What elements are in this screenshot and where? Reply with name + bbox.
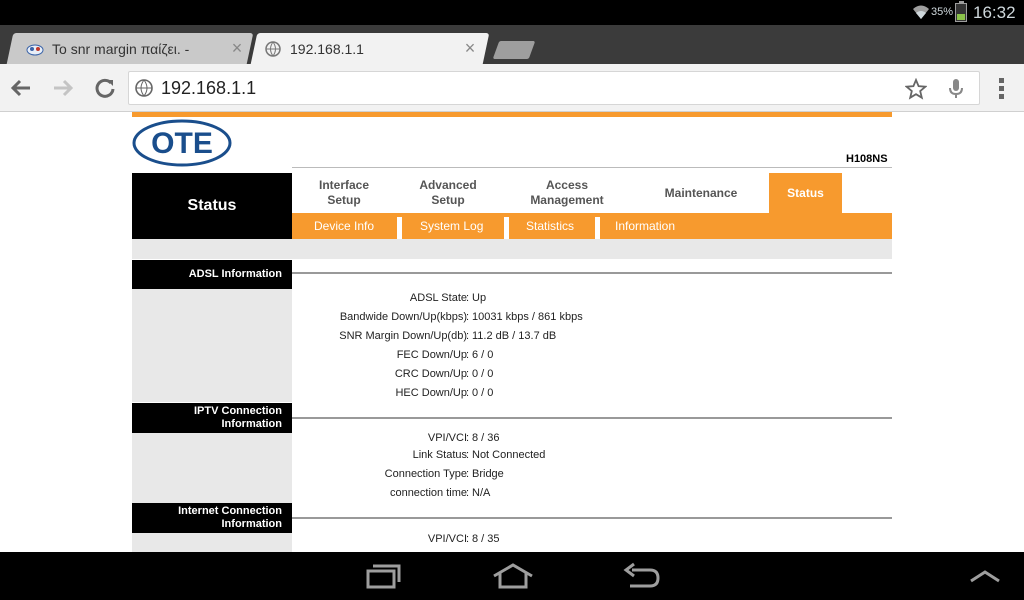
row-value: 11.2 dB / 13.7 dB xyxy=(472,330,557,342)
row-label: Bandwide Down/Up(kbps) xyxy=(339,311,467,323)
row-label: SNR Margin Down/Up(db) xyxy=(339,330,467,342)
model-name: H108NS xyxy=(846,153,888,165)
info-row: HEC Down/Up:0 / 0 xyxy=(395,387,494,399)
tab-title: Το snr margin παίζει. - xyxy=(52,40,190,57)
microphone-icon[interactable] xyxy=(947,78,965,105)
row-value: 0 / 0 xyxy=(472,368,494,380)
divider xyxy=(292,167,892,168)
nav-status[interactable]: Status xyxy=(769,173,842,213)
back-nav-icon[interactable] xyxy=(622,562,662,595)
chevron-up-icon[interactable] xyxy=(968,568,1002,589)
row-label: ADSL State xyxy=(409,292,467,304)
recent-apps-icon[interactable] xyxy=(364,562,402,595)
row-label: HEC Down/Up xyxy=(395,387,467,399)
browser-tab-active[interactable]: 192.168.1.1 × xyxy=(264,33,479,64)
close-tab-icon[interactable]: × xyxy=(461,38,479,59)
subnav-separator xyxy=(595,217,600,239)
battery-icon xyxy=(955,1,967,22)
address-bar[interactable]: 192.168.1.1 xyxy=(128,71,980,105)
info-row: Bandwide Down/Up(kbps):10031 kbps / 861 … xyxy=(339,311,583,323)
info-row: Connection Type: Bridge xyxy=(384,468,504,480)
row-value: 10031 kbps / 861 kbps xyxy=(472,311,583,323)
row-label: Link Status xyxy=(412,449,467,461)
bookmark-star-icon[interactable] xyxy=(904,77,928,105)
subnav-information[interactable]: Information xyxy=(615,213,675,239)
nav-interface-setup[interactable]: Interface Setup xyxy=(292,173,396,213)
main-nav: Interface Setup Advanced Setup Access Ma… xyxy=(292,173,892,213)
forum-favicon-icon xyxy=(26,40,44,58)
subnav-separator xyxy=(397,217,402,239)
row-value: Up xyxy=(472,292,487,304)
home-icon[interactable] xyxy=(492,562,534,595)
info-row: FEC Down/Up:6 / 0 xyxy=(396,349,494,361)
section-divider xyxy=(292,272,892,274)
info-row: VPI/VCI:8 / 35 xyxy=(427,533,500,545)
section-divider xyxy=(292,517,892,519)
info-row: SNR Margin Down/Up(db):11.2 dB / 13.7 dB xyxy=(339,330,557,342)
browser-toolbar: 192.168.1.1 xyxy=(0,64,1024,112)
wifi-icon xyxy=(912,3,930,26)
row-value: 0 / 0 xyxy=(472,387,494,399)
subnav-device-info[interactable]: Device Info xyxy=(314,213,374,239)
browser-menu-icon[interactable] xyxy=(994,76,1010,100)
subnav-separator xyxy=(504,217,509,239)
left-column xyxy=(132,433,292,503)
close-tab-icon[interactable]: × xyxy=(228,38,246,59)
header-accent-bar xyxy=(132,112,892,117)
section-heading: IPTV Connection Information xyxy=(132,403,292,433)
section-divider xyxy=(292,417,892,419)
sub-nav: Device Info System Log Statistics Inform… xyxy=(292,213,892,239)
row-label: connection time xyxy=(389,487,467,499)
row-value: 8 / 35 xyxy=(472,533,500,545)
forward-icon[interactable] xyxy=(51,76,75,100)
spacer-bar xyxy=(132,239,892,259)
info-row: Link Status: Not Connected xyxy=(412,449,546,461)
section-heading: Internet Connection Information xyxy=(132,503,292,533)
current-section-title: Status xyxy=(132,173,292,239)
row-value: Not Connected xyxy=(472,449,546,461)
system-nav-bar xyxy=(0,552,1024,600)
row-label: VPI/VCI xyxy=(427,533,467,545)
new-tab-button[interactable] xyxy=(492,41,536,59)
row-value: 8 / 36 xyxy=(472,432,500,444)
left-column xyxy=(132,289,292,402)
browser-tab[interactable]: Το snr margin παίζει. - × xyxy=(26,33,246,64)
info-row: CRC Down/Up:0 / 0 xyxy=(394,368,494,380)
subnav-system-log[interactable]: System Log xyxy=(420,213,483,239)
ote-logo: OTE xyxy=(132,119,232,167)
reload-icon[interactable] xyxy=(93,76,117,100)
nav-maintenance[interactable]: Maintenance xyxy=(634,173,768,213)
info-row: connection time: N/A xyxy=(389,487,491,499)
section-heading: ADSL Information xyxy=(132,260,292,289)
tab-title: 192.168.1.1 xyxy=(290,40,364,57)
subnav-statistics[interactable]: Statistics xyxy=(526,213,574,239)
clock: 16:32 xyxy=(973,3,1016,22)
row-label: VPI/VCI xyxy=(427,432,467,444)
back-icon[interactable] xyxy=(9,76,33,100)
row-label: CRC Down/Up xyxy=(394,368,467,380)
row-value: N/A xyxy=(472,487,491,499)
row-label: FEC Down/Up xyxy=(396,349,467,361)
info-row: ADSL State: Up xyxy=(409,292,487,304)
globe-icon xyxy=(135,79,153,102)
left-column xyxy=(132,533,292,552)
system-status-bar: 35% 16:32 xyxy=(0,0,1024,25)
nav-advanced-setup[interactable]: Advanced Setup xyxy=(396,173,500,213)
row-label: Connection Type xyxy=(384,468,467,480)
router-web-page: OTE H108NS Status Interface Setup Advanc… xyxy=(0,112,1024,552)
row-value: Bridge xyxy=(472,468,504,480)
nav-access-management[interactable]: Access Management xyxy=(500,173,634,213)
logo-text: OTE xyxy=(151,127,213,160)
row-value: 6 / 0 xyxy=(472,349,494,361)
globe-icon xyxy=(264,40,282,58)
battery-percent: 35% xyxy=(931,6,954,18)
url-text[interactable]: 192.168.1.1 xyxy=(161,78,256,99)
